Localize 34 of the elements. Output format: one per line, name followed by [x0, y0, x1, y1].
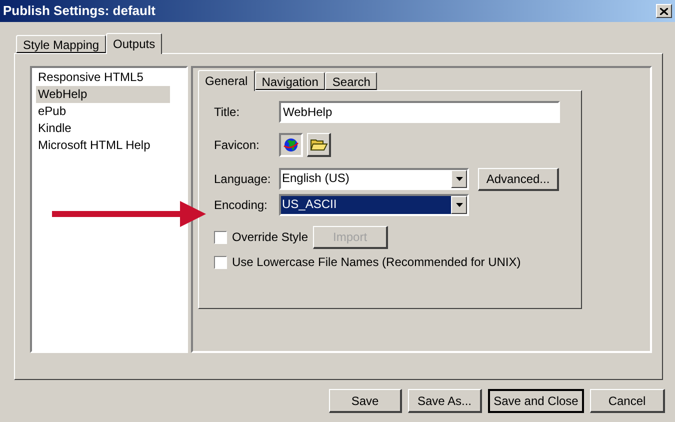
- dropdown[interactable]: US_ASCII: [279, 194, 469, 216]
- list-item[interactable]: Kindle: [36, 120, 170, 137]
- field-label: Language:: [214, 171, 272, 188]
- advanced-button[interactable]: Advanced...: [478, 168, 559, 190]
- close-icon: [660, 8, 668, 14]
- field-label: Title:: [214, 104, 241, 121]
- close-button[interactable]: [656, 4, 672, 18]
- list-item[interactable]: WebHelp: [36, 86, 170, 103]
- dialog-button[interactable]: Save and Close: [488, 389, 584, 413]
- dialog-button[interactable]: Cancel: [590, 389, 665, 413]
- dialog-button[interactable]: Save As...: [408, 389, 482, 413]
- dialog-button[interactable]: Save: [329, 389, 402, 413]
- globe-button[interactable]: [279, 133, 303, 157]
- tab[interactable]: Outputs: [106, 33, 162, 54]
- dropdown[interactable]: English (US): [279, 168, 469, 190]
- checkbox-label: Override Style: [232, 229, 308, 246]
- tab[interactable]: Search: [325, 72, 378, 90]
- list-item[interactable]: ePub: [36, 103, 170, 120]
- field-label: Favicon:: [214, 137, 260, 154]
- tab[interactable]: General: [198, 70, 255, 91]
- checkbox[interactable]: [214, 256, 227, 268]
- folder-icon: [310, 138, 328, 152]
- list-item[interactable]: Responsive HTML5: [36, 69, 170, 86]
- open-folder-button[interactable]: [307, 133, 331, 157]
- checkbox-label: Use Lowercase File Names (Recommended for UNIX): [232, 254, 521, 271]
- list-item[interactable]: Microsoft HTML Help: [36, 137, 170, 154]
- title-field[interactable]: WebHelp: [279, 101, 560, 123]
- tab[interactable]: Navigation: [254, 72, 326, 90]
- window-title: Publish Settings: default: [3, 2, 156, 20]
- dropdown-value: English (US): [281, 170, 350, 187]
- globe-icon: [283, 137, 299, 153]
- field-label: Encoding:: [214, 197, 268, 214]
- dropdown-value: US_ASCII: [281, 196, 451, 214]
- tab[interactable]: Style Mapping: [16, 35, 106, 53]
